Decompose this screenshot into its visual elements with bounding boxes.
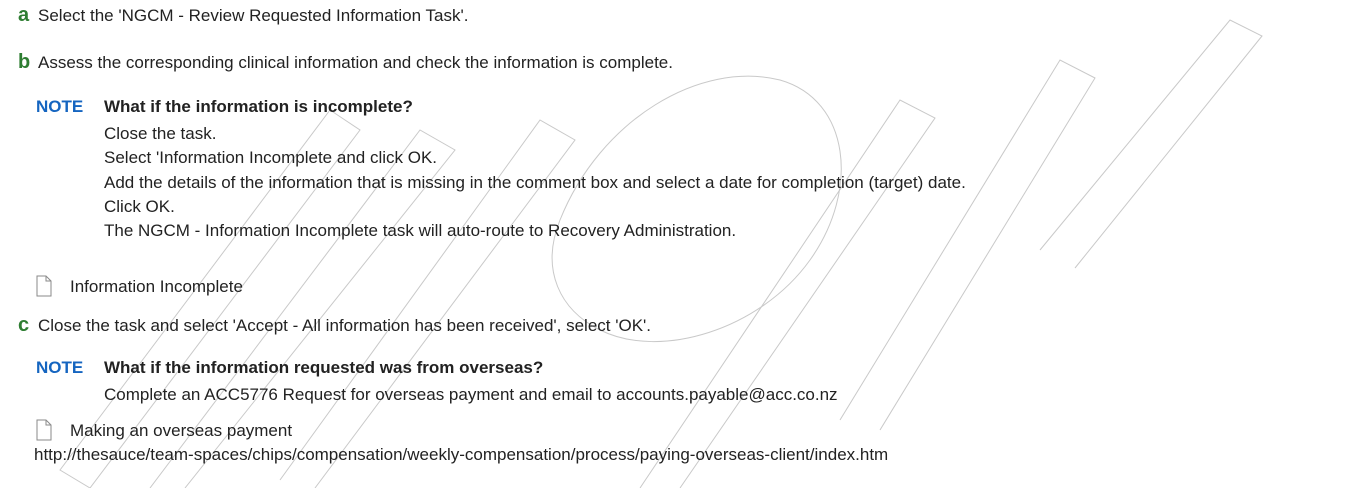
note-title: What if the information is incomplete? xyxy=(104,97,413,116)
step-b: b Assess the corresponding clinical info… xyxy=(18,51,673,74)
link-url[interactable]: http://thesauce/team-spaces/chips/compen… xyxy=(34,443,888,467)
note-line: Close the task. xyxy=(104,124,217,143)
note-label: NOTE xyxy=(36,358,84,377)
note-label: NOTE xyxy=(36,97,84,116)
link-information-incomplete[interactable]: Information Incomplete xyxy=(34,275,243,299)
step-letter: c xyxy=(18,314,30,336)
note-line: The NGCM - Information Incomplete task w… xyxy=(104,221,737,240)
note-line: Add the details of the information that … xyxy=(104,173,966,192)
document-icon xyxy=(36,275,52,297)
link-text[interactable]: Making an overseas payment xyxy=(70,419,888,443)
document-icon xyxy=(36,419,52,441)
link-text-block[interactable]: Making an overseas payment http://thesau… xyxy=(34,419,888,467)
step-letter: b xyxy=(18,51,31,73)
link-text[interactable]: Information Incomplete xyxy=(70,275,243,299)
note-line: Complete an ACC5776 Request for overseas… xyxy=(104,385,838,404)
step-a: a Select the 'NGCM - Review Requested In… xyxy=(18,4,468,27)
link-overseas-payment[interactable]: Making an overseas payment http://thesau… xyxy=(34,419,888,467)
step-text: Close the task and select 'Accept - All … xyxy=(38,316,652,335)
step-c: c Close the task and select 'Accept - Al… xyxy=(18,314,651,337)
step-text: Select the 'NGCM - Review Requested Info… xyxy=(38,6,469,25)
note-title: What if the information requested was fr… xyxy=(104,358,544,377)
note-line: Click OK. xyxy=(104,197,175,216)
step-text: Assess the corresponding clinical inform… xyxy=(38,53,673,72)
note-line: Select 'Information Incomplete and click… xyxy=(104,148,438,167)
step-letter: a xyxy=(18,4,30,26)
